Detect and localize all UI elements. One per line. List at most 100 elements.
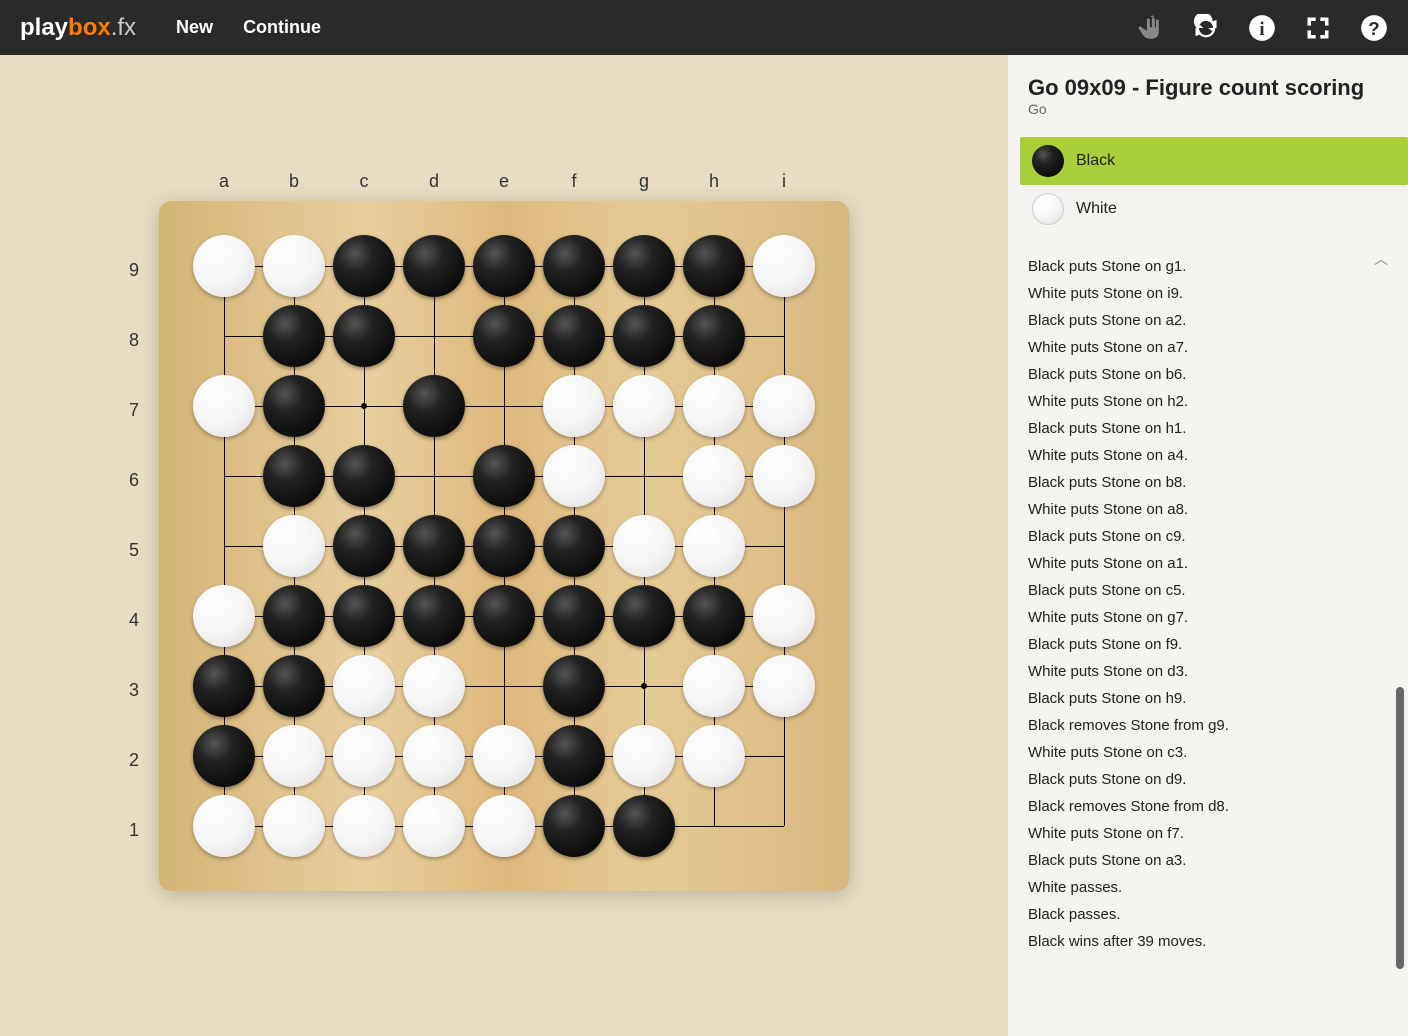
black-stone[interactable] (193, 655, 255, 717)
white-stone[interactable] (683, 725, 745, 787)
black-stone[interactable] (403, 235, 465, 297)
col-label: i (749, 171, 819, 192)
black-stone[interactable] (543, 795, 605, 857)
scrollbar[interactable] (1396, 75, 1404, 1016)
white-stone[interactable] (263, 725, 325, 787)
help-icon[interactable]: ? (1360, 14, 1388, 42)
white-stone[interactable] (683, 655, 745, 717)
black-stone[interactable] (543, 655, 605, 717)
black-stone[interactable] (683, 305, 745, 367)
refresh-icon[interactable] (1192, 14, 1220, 42)
row-label: 1 (129, 796, 139, 866)
chevron-up-icon[interactable]: ︿ (1374, 249, 1388, 269)
black-stone[interactable] (613, 795, 675, 857)
white-stone[interactable] (753, 585, 815, 647)
move-entry: Black puts Stone on d9. (1028, 766, 1408, 793)
black-stone[interactable] (403, 585, 465, 647)
white-stone[interactable] (543, 375, 605, 437)
black-stone[interactable] (613, 585, 675, 647)
white-stone[interactable] (753, 375, 815, 437)
white-stone[interactable] (193, 585, 255, 647)
white-stone[interactable] (753, 235, 815, 297)
black-stone[interactable] (613, 235, 675, 297)
white-stone[interactable] (403, 725, 465, 787)
black-stone[interactable] (543, 585, 605, 647)
white-stone[interactable] (403, 655, 465, 717)
white-stone[interactable] (613, 725, 675, 787)
black-stone-icon (1032, 145, 1064, 177)
black-stone[interactable] (473, 235, 535, 297)
info-icon[interactable]: i (1248, 14, 1276, 42)
go-board[interactable] (159, 201, 849, 891)
black-stone[interactable] (403, 375, 465, 437)
logo[interactable]: playbox.fx (20, 14, 136, 42)
black-stone[interactable] (333, 305, 395, 367)
nav-continue[interactable]: Continue (243, 17, 321, 38)
white-stone[interactable] (683, 375, 745, 437)
white-stone[interactable] (683, 515, 745, 577)
col-label: h (679, 171, 749, 192)
white-stone[interactable] (613, 375, 675, 437)
col-labels: abcdefghi (189, 171, 819, 192)
white-stone[interactable] (193, 235, 255, 297)
black-stone[interactable] (473, 585, 535, 647)
white-stone[interactable] (543, 445, 605, 507)
white-stone[interactable] (753, 655, 815, 717)
move-entry: Black passes. (1028, 901, 1408, 928)
white-stone[interactable] (613, 515, 675, 577)
white-stone[interactable] (193, 375, 255, 437)
black-stone[interactable] (263, 655, 325, 717)
black-stone[interactable] (473, 515, 535, 577)
move-entry: White puts Stone on i9. (1028, 280, 1408, 307)
black-stone[interactable] (333, 515, 395, 577)
nav-new[interactable]: New (176, 17, 213, 38)
white-stone[interactable] (753, 445, 815, 507)
move-entry: White puts Stone on g7. (1028, 604, 1408, 631)
row-label: 7 (129, 376, 139, 446)
white-stone[interactable] (333, 725, 395, 787)
white-stone[interactable] (473, 725, 535, 787)
black-stone[interactable] (403, 515, 465, 577)
fullscreen-icon[interactable] (1304, 14, 1332, 42)
black-stone[interactable] (473, 305, 535, 367)
white-stone[interactable] (683, 445, 745, 507)
black-stone[interactable] (333, 585, 395, 647)
black-stone[interactable] (333, 235, 395, 297)
move-entry: Black puts Stone on h9. (1028, 685, 1408, 712)
header-icons: i ? (1136, 14, 1388, 42)
black-stone[interactable] (263, 585, 325, 647)
white-stone[interactable] (333, 655, 395, 717)
white-stone[interactable] (333, 795, 395, 857)
black-stone[interactable] (543, 515, 605, 577)
col-label: e (469, 171, 539, 192)
scrollbar-thumb[interactable] (1396, 687, 1404, 969)
black-stone[interactable] (543, 305, 605, 367)
white-stone[interactable] (263, 235, 325, 297)
col-label: b (259, 171, 329, 192)
white-stone[interactable] (263, 795, 325, 857)
row-label: 6 (129, 446, 139, 516)
white-stone[interactable] (403, 795, 465, 857)
row-labels: 987654321 (129, 236, 139, 866)
move-entry: Black puts Stone on b8. (1028, 469, 1408, 496)
black-stone[interactable] (333, 445, 395, 507)
black-stone[interactable] (543, 235, 605, 297)
player-black[interactable]: Black (1020, 137, 1408, 185)
player-white[interactable]: White (1020, 185, 1408, 233)
black-stone[interactable] (263, 375, 325, 437)
white-stone[interactable] (263, 515, 325, 577)
black-stone[interactable] (263, 445, 325, 507)
black-stone[interactable] (263, 305, 325, 367)
black-stone[interactable] (613, 305, 675, 367)
black-stone[interactable] (683, 585, 745, 647)
move-entry: White puts Stone on a8. (1028, 496, 1408, 523)
black-stone[interactable] (193, 725, 255, 787)
black-stone[interactable] (683, 235, 745, 297)
move-entry: Black puts Stone on c9. (1028, 523, 1408, 550)
white-stone[interactable] (473, 795, 535, 857)
move-entry: White passes. (1028, 874, 1408, 901)
black-stone[interactable] (543, 725, 605, 787)
black-stone[interactable] (473, 445, 535, 507)
hand-icon[interactable] (1136, 14, 1164, 42)
white-stone[interactable] (193, 795, 255, 857)
